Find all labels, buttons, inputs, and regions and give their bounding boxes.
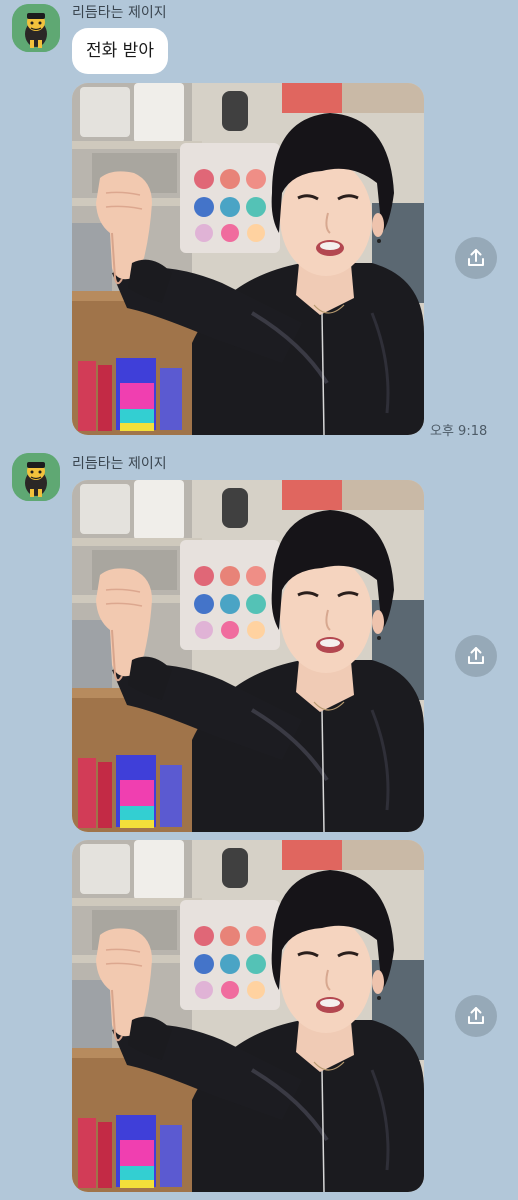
image-message[interactable] — [72, 480, 424, 832]
sender-avatar[interactable] — [12, 453, 60, 501]
share-button[interactable] — [455, 995, 497, 1037]
image-message[interactable] — [72, 840, 424, 1192]
sender-avatar[interactable] — [12, 4, 60, 52]
share-button[interactable] — [455, 635, 497, 677]
message-bubble[interactable]: 전화 받아 — [72, 28, 168, 74]
sender-name: 리듬타는 제이지 — [72, 5, 167, 21]
cartoon-character-avatar — [12, 4, 60, 52]
share-upload-icon — [468, 249, 484, 266]
share-button[interactable] — [455, 237, 497, 279]
thumbs-down-reaction-photo — [72, 840, 424, 1192]
message-timestamp: 오후 9:18 — [430, 424, 488, 439]
thumbs-down-reaction-photo — [72, 480, 424, 832]
image-message[interactable] — [72, 83, 424, 435]
message-text: 전화 받아 — [86, 41, 154, 61]
share-upload-icon — [468, 647, 484, 664]
cartoon-character-avatar — [12, 453, 60, 501]
sender-name: 리듬타는 제이지 — [72, 456, 167, 472]
thumbs-down-reaction-photo — [72, 83, 424, 435]
share-upload-icon — [468, 1007, 484, 1024]
